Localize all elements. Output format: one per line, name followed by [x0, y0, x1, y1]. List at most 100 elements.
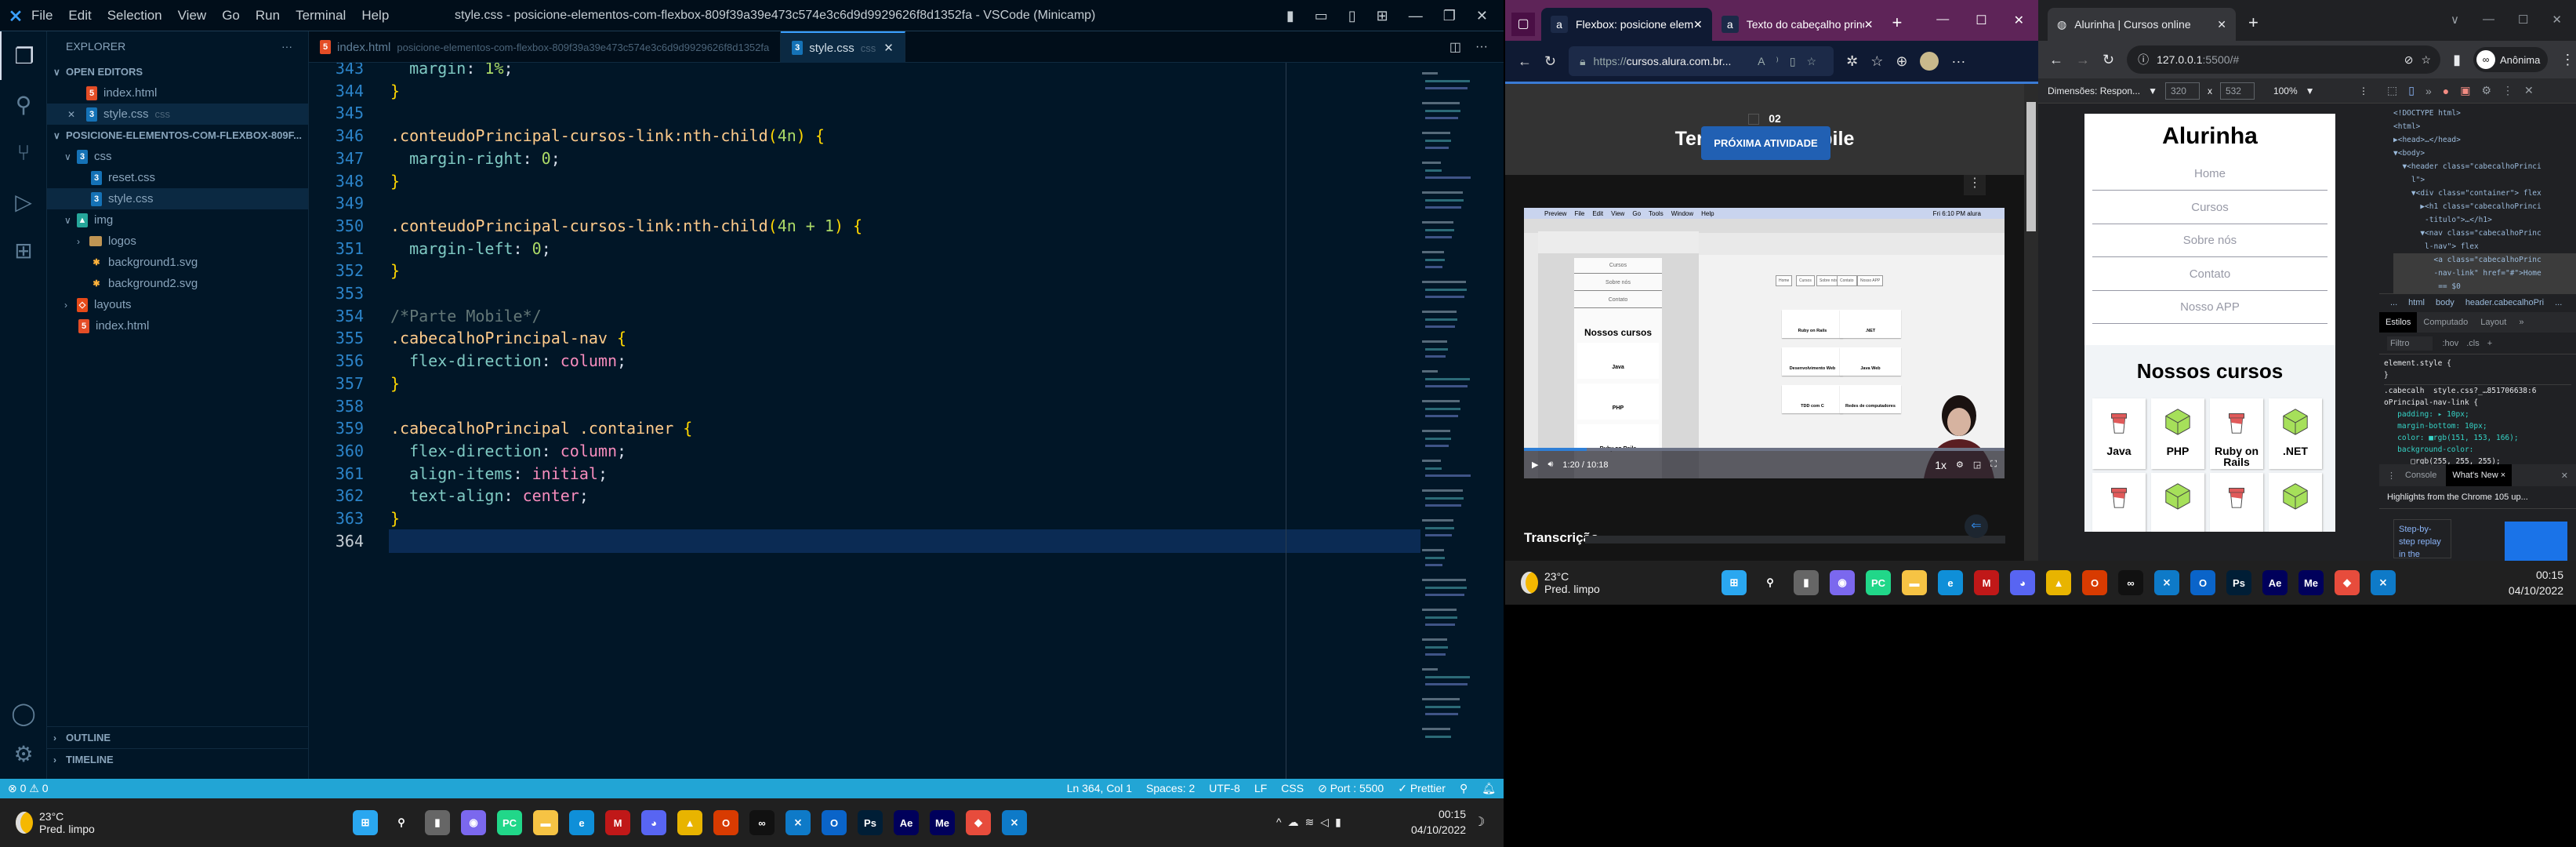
close-button[interactable]: ✕ [2552, 13, 2562, 27]
taskbar-vscode-icon[interactable]: ⨯ [2154, 570, 2179, 595]
menu-selection[interactable]: Selection [107, 8, 162, 23]
taskbar-media-encoder-icon[interactable]: Me [930, 810, 955, 835]
taskbar-pycharm-icon[interactable]: PC [1866, 570, 1891, 595]
menu-file[interactable]: File [31, 8, 53, 23]
dom-node-line[interactable]: ▶<head>…</head> [2393, 133, 2576, 147]
close-button[interactable]: ✕ [1476, 8, 1488, 24]
edge-tab[interactable]: a Texto do cabeçalho princip ✕ [1712, 8, 1883, 41]
device-toggle-icon[interactable]: ▯ [2408, 84, 2415, 97]
drawer-tab-console[interactable]: Console [2405, 471, 2436, 480]
edge-tab[interactable]: a Flexbox: posicione element✕ [1541, 8, 1712, 41]
nav-link-sobre-n-s[interactable]: Sobre nós [2092, 224, 2327, 257]
viewport-width-input[interactable]: 320 [2164, 82, 2200, 100]
system-tray[interactable]: ^☁︎≋◁▮ [1276, 816, 1348, 829]
devtools-close-icon[interactable]: ✕ [2524, 84, 2534, 97]
play-icon[interactable]: ▶ [1532, 460, 1538, 470]
taskbar-folder-app-icon[interactable]: ▲ [2046, 570, 2071, 595]
dom-node-line[interactable]: l-nav"> flex [2393, 240, 2576, 253]
live-server-port[interactable]: ⊘ Port : 5500 [1318, 782, 1384, 795]
filter-tool[interactable]: :hov [2442, 339, 2458, 348]
styles-filter-input[interactable]: Filtro [2387, 336, 2433, 351]
fullscreen-icon[interactable]: ⛶ [1990, 460, 1997, 470]
video-player[interactable]: Preview File Edit View Go Tools Window Help Fri … [1524, 208, 2005, 478]
toggle-secondary-sidebar-icon[interactable]: ▯ [1348, 8, 1356, 24]
errors-badge-icon[interactable]: ● [2443, 85, 2449, 97]
dom-node-line[interactable]: ▶<h1 class="cabecalhoPrinci [2393, 200, 2576, 213]
address-bar[interactable]: ⓘ 127.0.0.1:5500/# ⊘ ☆ [2127, 45, 2441, 74]
zoom-select[interactable]: 100% [2273, 85, 2298, 96]
code-editor[interactable]: 343 margin: 1%; 344} 345 346 .conteudoPrinci… [309, 63, 1422, 779]
nav-link-home[interactable]: Home [2092, 158, 2327, 191]
taskbar-search-icon[interactable]: ⚲ [1758, 570, 1783, 595]
indentation[interactable]: Spaces: 2 [1146, 782, 1195, 795]
explorer-more-button[interactable]: ··· [281, 40, 292, 53]
inspect-element-icon[interactable]: ⬚ [2387, 84, 2397, 97]
taskbar-edge-icon[interactable]: e [569, 810, 594, 835]
taskbar-incognito-icon[interactable]: ∞ [2118, 570, 2143, 595]
tab-style-css[interactable]: 3 style.css css ✕ [781, 31, 905, 63]
nav-link-cursos[interactable]: Cursos [2092, 191, 2327, 224]
project-section[interactable]: ∨ POSICIONE-ELEMENTOS-COM-FLEXBOX-809F... [47, 125, 308, 146]
drawer-close-icon[interactable]: ✕ [2561, 471, 2576, 481]
taskbar-teams-icon[interactable]: ◉ [1830, 570, 1855, 595]
breadcrumb-item[interactable]: html [2408, 298, 2425, 307]
volume-icon[interactable]: 🔊︎ [1547, 460, 1553, 470]
tree-item-index-html[interactable]: 5 index.html [47, 315, 308, 336]
course-card[interactable] [2210, 473, 2263, 532]
profile-avatar[interactable] [1920, 52, 1939, 71]
taskbar-vscode-2-icon[interactable]: ⨯ [2371, 570, 2396, 595]
course-card[interactable] [2092, 473, 2146, 532]
refresh-button[interactable]: ↻ [2103, 52, 2114, 68]
taskbar-photoshop-icon[interactable]: Ps [2226, 570, 2251, 595]
run-debug-icon[interactable]: ▷ [0, 177, 47, 226]
taskbar-pycharm-icon[interactable]: PC [497, 810, 522, 835]
back-button[interactable]: ← [2049, 52, 2063, 68]
styles-tab-[interactable]: » [2513, 312, 2530, 333]
taskbar-outlook-icon[interactable]: O [2190, 570, 2215, 595]
settings-more-icon[interactable]: ··· [1951, 53, 1965, 70]
extensions-icon[interactable]: ✲ [1846, 53, 1858, 70]
dom-node-line[interactable]: ▼<nav class="cabecalhoPrinc [2393, 227, 2576, 240]
dom-node-line[interactable]: ▼<div class="container"> flex [2393, 187, 2576, 200]
drawer-tab-whats-new[interactable]: What's New × [2446, 464, 2513, 486]
maximize-button[interactable]: ☐ [2518, 13, 2528, 27]
tab-index-html[interactable]: 5 index.html posicione-elementos-com-flexb… [309, 31, 782, 63]
filter-tool[interactable]: + [2487, 339, 2492, 348]
dom-node-line[interactable]: == $0 [2393, 280, 2576, 293]
customize-layout-icon[interactable]: ⊞ [1377, 8, 1388, 24]
encoding[interactable]: UTF-8 [1209, 782, 1240, 795]
elements-tree[interactable]: <!DOCTYPE html> <html> ▶<head>…</head> ▼<bo… [2379, 104, 2576, 293]
taskbar-file-explorer-icon[interactable]: ▬ [533, 810, 558, 835]
styles-tab-estilos[interactable]: Estilos [2379, 312, 2418, 333]
open-editors-section[interactable]: ∨ OPEN EDITORS [47, 61, 308, 82]
restore-button[interactable]: ❐ [1443, 8, 1456, 24]
tree-item-background1-svg[interactable]: ✱ background1.svg [47, 252, 308, 273]
devtools-settings-icon[interactable]: ⚙ [2481, 84, 2491, 97]
taskbar-folder-app-icon[interactable]: ▲ [677, 810, 702, 835]
more-panels-icon[interactable]: » [2425, 85, 2432, 97]
taskbar-start-icon[interactable]: ⊞ [1722, 570, 1747, 595]
end-of-line[interactable]: LF [1254, 782, 1267, 795]
playback-speed-button[interactable]: 1x [1935, 459, 1947, 471]
whats-new-item-link[interactable]: Step-by-step replay in the [2393, 519, 2451, 558]
source-control-icon[interactable]: ⑂ [0, 129, 47, 177]
close-tab-icon[interactable]: ✕ [883, 41, 894, 55]
explorer-icon[interactable]: ❐ [0, 31, 47, 80]
course-card[interactable] [2151, 473, 2204, 532]
more-actions-icon[interactable]: ··· [1475, 40, 1488, 54]
taskbar-media-encoder-icon[interactable]: Me [2298, 570, 2324, 595]
bookmark-star-icon[interactable]: ☆ [2422, 53, 2441, 67]
menu-view[interactable]: View [178, 8, 207, 23]
tree-item-style-css[interactable]: 3 style.css [47, 188, 308, 209]
notifications-bell-icon[interactable]: 🔔︎ [1482, 782, 1496, 795]
breadcrumb-item[interactable]: ... [2390, 298, 2397, 307]
dom-node-line[interactable]: <!DOCTYPE html> [2393, 107, 2576, 120]
taskbar-search-icon[interactable]: ⚲ [389, 810, 414, 835]
settings-gear-icon[interactable]: ⚙ [0, 729, 47, 778]
nav-link-nosso-app[interactable]: Nosso APP [2092, 291, 2327, 324]
tree-item-reset-css[interactable]: 3 reset.css [47, 167, 308, 188]
back-button[interactable]: ← [1518, 53, 1532, 70]
issues-badge-icon[interactable]: ▣ [2460, 84, 2470, 97]
filter-tool[interactable]: .cls [2466, 339, 2480, 348]
taskbar-outlook-icon[interactable]: O [822, 810, 847, 835]
